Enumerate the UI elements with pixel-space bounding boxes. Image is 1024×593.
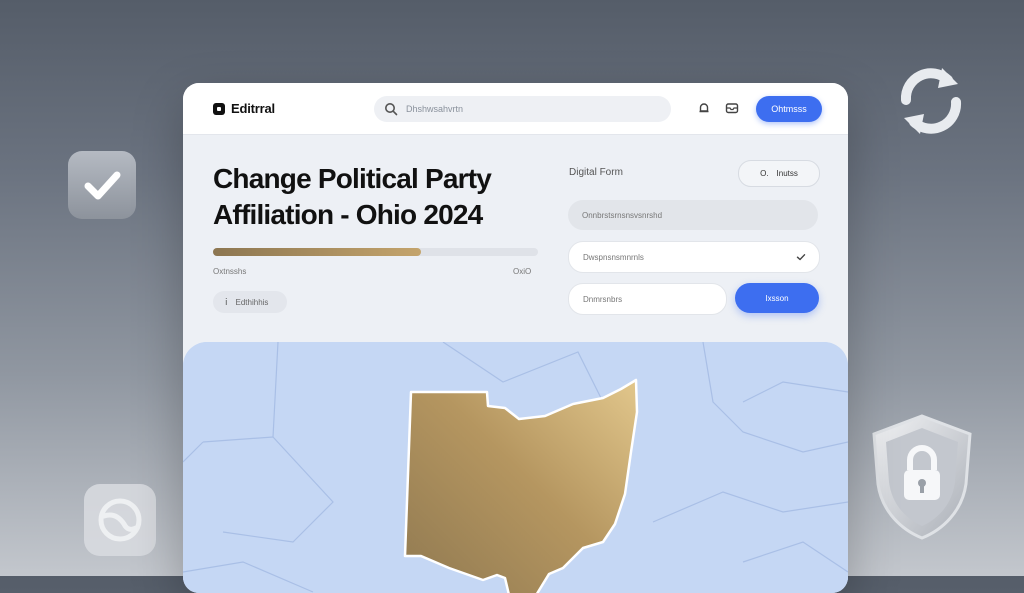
top-navigation-bar: Editrral Dhshwsahvrtn Ohtmsss	[183, 83, 848, 135]
inbox-icon[interactable]	[725, 101, 739, 115]
logo-icon	[213, 102, 225, 115]
info-chip-label: Edthihhis	[235, 297, 269, 307]
submit-button[interactable]: Ixsson	[735, 283, 819, 313]
form-badge-text: Inutss	[776, 169, 798, 178]
check-icon	[796, 254, 806, 261]
form-field-1[interactable]: Onnbrstsrnsnsvsnrshd	[568, 200, 818, 230]
search-icon	[385, 103, 398, 116]
form-status-badge[interactable]: O. Inutss	[738, 160, 820, 187]
search-bar[interactable]: Dhshwsahvrtn	[374, 96, 671, 122]
bell-icon[interactable]	[697, 101, 711, 115]
page-title-line-1: Change Political Party	[213, 163, 492, 194]
form-field-3[interactable]: Dnmrsnbrs	[568, 283, 727, 315]
form-field-2-dropdown[interactable]: Dwspnsnsmnrnls	[568, 241, 820, 273]
page-title-line-2: Affiliation - Ohio 2024	[213, 199, 483, 230]
search-placeholder: Dhshwsahvrtn	[406, 104, 464, 114]
form-field-2-value: Dwspnsnsmnrnls	[583, 252, 644, 262]
shield-lock-icon	[866, 412, 978, 542]
refresh-icon	[892, 62, 970, 140]
progress-bar	[213, 248, 538, 256]
progress-end-label: OxiO	[513, 267, 532, 276]
primary-action-button[interactable]: Ohtmsss	[756, 96, 822, 122]
form-field-1-value: Onnbrstsrnsnsvsnrshd	[582, 210, 663, 220]
form-heading: Digital Form	[569, 167, 623, 178]
checkmark-badge-icon	[66, 149, 138, 221]
brand-name: Editrral	[231, 101, 275, 116]
app-window: Editrral Dhshwsahvrtn Ohtmsss Change Pol…	[183, 83, 848, 593]
form-badge-icon: O.	[760, 169, 769, 178]
info-chip[interactable]: ⅰ Edthihhis	[213, 291, 287, 313]
globe-icon	[80, 480, 160, 560]
map-canvas	[183, 342, 848, 593]
progress-start-label: Oxtnsshs	[213, 267, 247, 276]
brand[interactable]: Editrral	[213, 101, 275, 116]
info-icon: ⅰ	[225, 296, 228, 307]
ohio-map[interactable]	[183, 342, 848, 593]
form-field-3-value: Dnmrsnbrs	[583, 294, 623, 304]
page-title: Change Political Party Affiliation - Ohi…	[213, 161, 543, 233]
progress-bar-fill	[213, 248, 421, 256]
